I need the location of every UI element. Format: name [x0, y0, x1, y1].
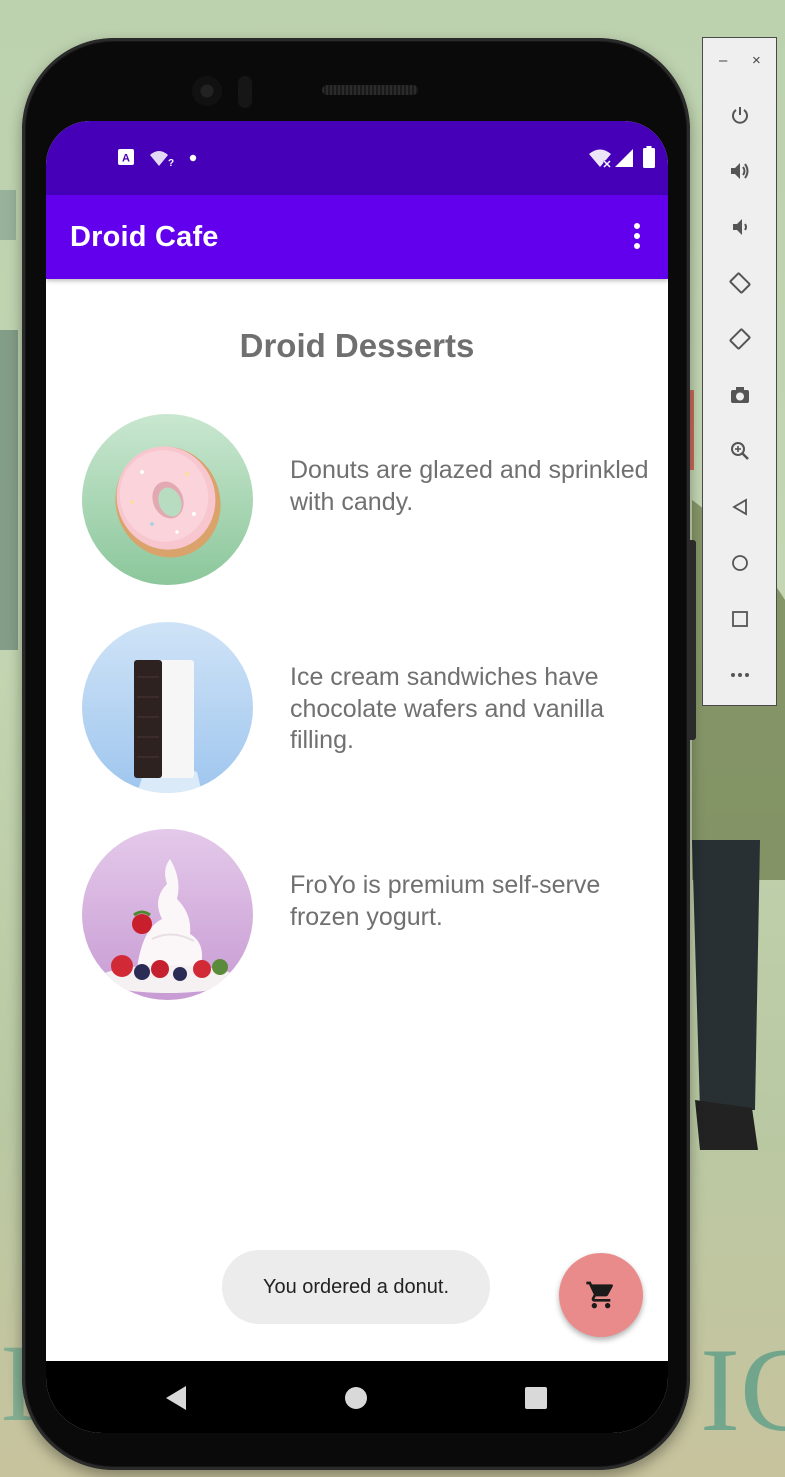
froyo-image[interactable]: [82, 829, 253, 1000]
close-icon[interactable]: ×: [752, 52, 761, 69]
earpiece-speaker: [322, 85, 418, 95]
shopping-cart-icon: [586, 1281, 614, 1309]
battery-icon: [643, 146, 655, 168]
volume-up-icon[interactable]: [703, 153, 776, 189]
ice-cream-sandwich-description: Ice cream sandwiches have chocolate wafe…: [290, 663, 605, 754]
navigation-bar: [46, 1361, 668, 1433]
status-bar: A ?: [46, 121, 668, 195]
cellular-icon: [615, 149, 633, 167]
more-vert-icon[interactable]: [632, 223, 642, 253]
back-icon[interactable]: [703, 489, 776, 525]
home-icon[interactable]: [703, 545, 776, 581]
translate-icon: A: [118, 149, 134, 165]
dot-icon: [189, 154, 197, 162]
front-camera: [192, 76, 222, 106]
zoom-icon[interactable]: [703, 433, 776, 469]
minimize-icon[interactable]: –: [719, 52, 727, 69]
wifi-question-icon: ?: [150, 151, 174, 167]
app-bar: Droid Cafe: [46, 195, 668, 279]
donut-image[interactable]: [82, 414, 253, 585]
wifi-off-icon: [589, 149, 612, 169]
app-title: Droid Cafe: [70, 221, 219, 253]
emulator-toolbar: – ×: [702, 37, 777, 706]
toast-message: You ordered a donut.: [222, 1250, 490, 1324]
svg-text:IC: IC: [700, 1323, 785, 1456]
donut-description: Donuts are glazed and sprinkled with can…: [290, 456, 649, 516]
recents-icon[interactable]: [524, 1386, 548, 1410]
device-screen: A ? Droid Cafe Droid Desserts Donuts are…: [46, 121, 668, 1433]
camera-icon[interactable]: [703, 377, 776, 413]
home-icon[interactable]: [344, 1386, 368, 1410]
power-icon[interactable]: [703, 97, 776, 133]
rotate-left-icon[interactable]: [703, 265, 776, 301]
cart-fab-button[interactable]: [559, 1253, 643, 1337]
back-icon[interactable]: [164, 1385, 188, 1411]
froyo-description: FroYo is premium self-serve frozen yogur…: [290, 871, 601, 931]
page-title: Droid Desserts: [239, 327, 475, 364]
more-icon[interactable]: [703, 657, 776, 693]
svg-text:?: ?: [168, 158, 174, 167]
volume-down-icon[interactable]: [703, 209, 776, 245]
overview-icon[interactable]: [703, 601, 776, 637]
svg-text:A: A: [122, 153, 130, 165]
proximity-sensor: [238, 76, 252, 108]
ice-cream-sandwich-image[interactable]: [82, 622, 253, 793]
volume-button: [690, 540, 696, 740]
rotate-right-icon[interactable]: [703, 321, 776, 357]
